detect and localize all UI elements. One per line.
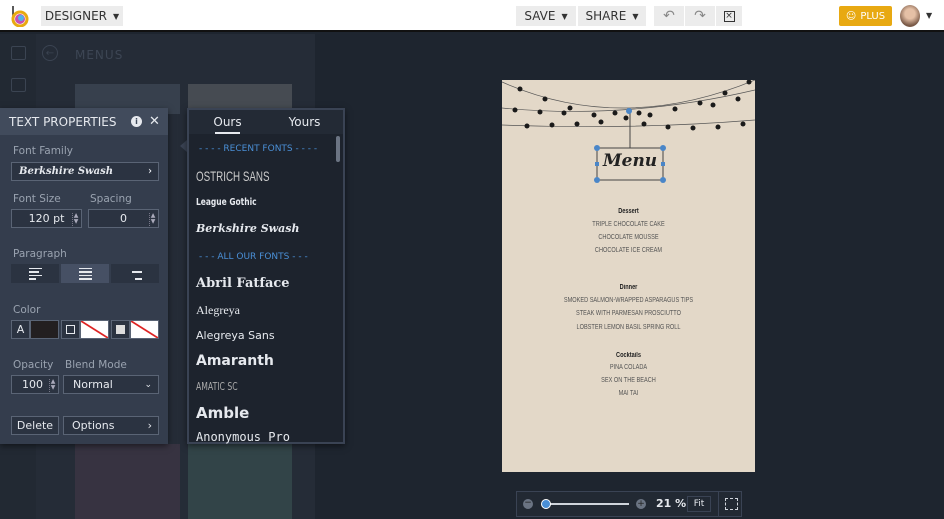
font-item[interactable]: Abril Fatface	[196, 276, 290, 291]
font-family-select[interactable]: Berkshire Swash ›	[11, 162, 159, 181]
align-right-button[interactable]	[111, 264, 159, 283]
zoom-in-icon[interactable]: +	[636, 499, 646, 509]
menu-title-text[interactable]: Menu	[597, 151, 663, 171]
chevron-right-icon: ›	[148, 166, 152, 177]
spacing-input[interactable]: 0 ▲ ▼	[88, 209, 159, 228]
font-size-input[interactable]: 120 pt ▲ ▼	[11, 209, 82, 228]
blend-mode-label: Blend Mode	[65, 359, 127, 371]
section-heading[interactable]: Cocktails	[527, 352, 729, 359]
section-heading[interactable]: Dessert	[527, 208, 729, 215]
app-logo[interactable]	[10, 5, 30, 27]
tab-ours[interactable]: Ours	[189, 110, 266, 134]
scrollbar[interactable]	[336, 136, 340, 162]
paragraph-label: Paragraph	[13, 248, 67, 260]
background-color-swatch[interactable]	[130, 320, 159, 339]
tab-yours[interactable]: Yours	[266, 110, 343, 134]
fullscreen-icon[interactable]	[725, 498, 738, 510]
section-heading[interactable]: Dinner	[527, 284, 729, 291]
text-color-icon: A	[11, 320, 30, 339]
menu-item[interactable]: STEAK WITH PARMESAN PROSCIUTTO	[527, 310, 729, 317]
delete-element-icon[interactable]: ×	[716, 6, 742, 26]
font-item[interactable]: AMATIC SC	[196, 380, 238, 393]
menu-item[interactable]: CHOCOLATE ICE CREAM	[527, 247, 729, 254]
menu-item[interactable]: PINA COLADA	[527, 364, 729, 371]
stroke-color-swatch[interactable]	[80, 320, 109, 339]
menu-item[interactable]: SEX ON THE BEACH	[527, 377, 729, 384]
background-icon	[111, 320, 130, 339]
redo-icon[interactable]: ↷	[685, 6, 715, 26]
text-color-swatch[interactable]	[30, 320, 59, 339]
template-thumbnail[interactable]	[75, 444, 180, 519]
share-button[interactable]: SHARE ▼	[578, 6, 646, 26]
recent-fonts-header: - - - - RECENT FONTS - - - -	[199, 144, 318, 154]
delete-button[interactable]: Delete	[11, 416, 59, 435]
font-item[interactable]: Alegreya Sans	[196, 329, 275, 342]
layouts-icon[interactable]	[11, 46, 26, 60]
font-item[interactable]: OSTRICH SANS	[196, 168, 270, 184]
blend-mode-select[interactable]: Normal ⌄	[63, 375, 159, 394]
font-item[interactable]: League Gothic	[196, 197, 257, 208]
chevron-down-icon: ⌄	[144, 379, 152, 390]
menu-item[interactable]: CHOCOLATE MOUSSE	[527, 234, 729, 241]
panel-title: TEXT PROPERTIES	[9, 114, 117, 129]
fit-button[interactable]: Fit	[687, 496, 711, 512]
font-item[interactable]: Amaranth	[196, 353, 274, 369]
back-icon[interactable]: ←	[42, 45, 58, 61]
zoom-slider-handle[interactable]	[541, 499, 552, 509]
string-lights-graphic[interactable]	[502, 80, 755, 190]
options-button[interactable]: Options ›	[63, 416, 159, 435]
divider	[718, 492, 719, 516]
menu-item[interactable]: SMOKED SALMON-WRAPPED ASPARAGUS TIPS	[527, 297, 729, 304]
stepper-icon[interactable]: ▲ ▼	[49, 379, 56, 392]
badge-icon: ☺	[845, 10, 857, 22]
font-item[interactable]: Anonymous Pro	[196, 430, 290, 444]
font-picker: Ours Yours - - - - RECENT FONTS - - - - …	[187, 108, 345, 444]
align-left-button[interactable]	[11, 264, 59, 283]
save-button[interactable]: SAVE ▼	[516, 6, 576, 26]
chevron-right-icon: ›	[147, 419, 152, 432]
align-center-button[interactable]	[61, 264, 109, 283]
font-family-label: Font Family	[13, 145, 73, 157]
menu-item[interactable]: LOBSTER LEMON BASIL SPRING ROLL	[527, 324, 729, 331]
zoom-slider[interactable]	[543, 503, 629, 505]
top-bar: DESIGNER ▼ SAVE ▼ SHARE ▼ ↶ ↷ × ☺ PLUS ▼	[0, 0, 944, 32]
designer-menu-button[interactable]: DESIGNER ▼	[41, 6, 123, 26]
menu-item[interactable]: MAI TAI	[527, 390, 729, 397]
opacity-input[interactable]: 100 ▲ ▼	[11, 375, 59, 394]
font-size-label: Font Size	[13, 193, 61, 205]
zoom-level: 21 %	[656, 497, 687, 510]
caret-down-icon: ▼	[113, 11, 120, 21]
spacing-label: Spacing	[90, 193, 132, 205]
color-label: Color	[13, 304, 41, 316]
panel-pointer	[180, 140, 187, 152]
stepper-icon[interactable]: ▲ ▼	[149, 213, 156, 226]
folder-icon[interactable]	[11, 78, 26, 92]
undo-icon[interactable]: ↶	[654, 6, 684, 26]
caret-down-icon[interactable]: ▼	[926, 11, 932, 20]
font-item[interactable]: Amble	[196, 404, 249, 422]
menu-item[interactable]: TRIPLE CHOCOLATE CAKE	[527, 221, 729, 228]
caret-down-icon: ▼	[632, 11, 639, 21]
close-icon[interactable]: ✕	[149, 114, 160, 129]
font-item[interactable]: Alegreya	[196, 303, 240, 318]
info-icon[interactable]: i	[131, 116, 142, 127]
stepper-icon[interactable]: ▲ ▼	[72, 213, 79, 226]
zoom-controls: − + 21 % Fit	[516, 491, 742, 517]
zoom-out-icon[interactable]: −	[523, 499, 533, 509]
stroke-icon	[61, 320, 80, 339]
template-thumbnail[interactable]	[188, 444, 292, 519]
opacity-label: Opacity	[13, 359, 54, 371]
caret-down-icon: ▼	[561, 11, 568, 21]
font-item[interactable]: Berkshire Swash	[196, 222, 299, 235]
all-fonts-header: - - - ALL OUR FONTS - - -	[199, 252, 308, 262]
plus-upgrade-button[interactable]: ☺ PLUS	[839, 6, 892, 26]
design-page[interactable]: Menu Dessert TRIPLE CHOCOLATE CAKE CHOCO…	[502, 80, 755, 472]
avatar[interactable]	[900, 5, 920, 27]
sidebar-title: MENUS	[75, 48, 124, 62]
